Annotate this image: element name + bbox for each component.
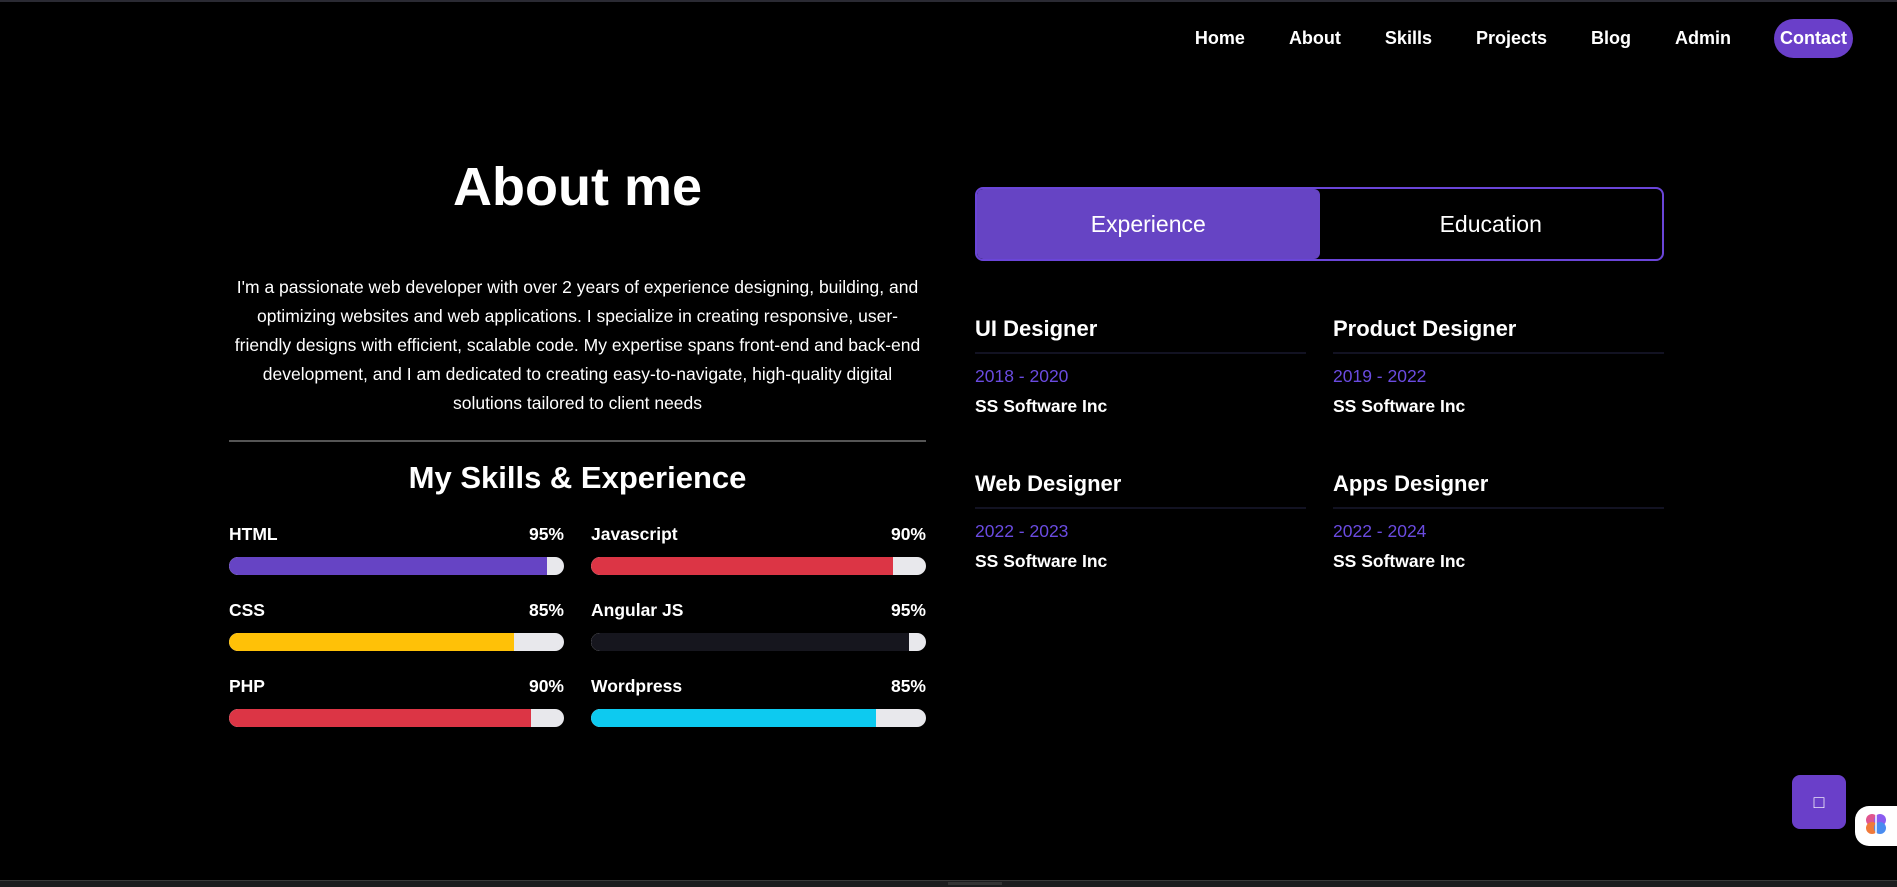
skill-html: HTML 95% [229, 523, 564, 575]
experience-company: SS Software Inc [975, 551, 1108, 571]
tab-education[interactable]: Education [1320, 189, 1663, 259]
experience-years: 2019 - 2022 [1333, 366, 1427, 386]
experience-company: SS Software Inc [1333, 551, 1466, 571]
experience-company: SS Software Inc [975, 396, 1108, 416]
skill-percent: 85% [528, 600, 564, 620]
square-icon: □ [1813, 791, 1825, 812]
skill-progress-bar [591, 557, 926, 575]
about-title: About me [453, 157, 702, 217]
experience-title: Web Designer [975, 471, 1306, 509]
skill-angular: Angular JS 95% [591, 599, 926, 651]
skill-progress-bar [229, 557, 564, 575]
skill-percent: 95% [528, 524, 564, 544]
skills-title: My Skills & Experience [408, 460, 747, 495]
nav-home[interactable]: Home [1195, 19, 1245, 58]
nav-skills[interactable]: Skills [1385, 19, 1432, 58]
skill-name: Javascript [591, 524, 678, 544]
skill-progress-fill [591, 557, 893, 575]
about-section: About me I'm a passionate web developer … [229, 150, 926, 727]
skill-progress-fill [229, 633, 514, 651]
skill-progress-bar [229, 709, 564, 727]
skill-progress-fill [229, 709, 531, 727]
skill-progress-bar [591, 633, 926, 651]
skill-name: PHP [229, 676, 265, 696]
experience-title: UI Designer [975, 316, 1306, 354]
skill-progress-fill [229, 557, 548, 575]
skill-percent: 85% [890, 676, 926, 696]
experience-years: 2022 - 2024 [1333, 521, 1427, 541]
skill-progress-bar [229, 633, 564, 651]
experience-item: Apps Designer 2022 - 2024 SS Software In… [1333, 471, 1664, 626]
experience-item: UI Designer 2018 - 2020 SS Software Inc [975, 316, 1306, 471]
experience-years: 2018 - 2020 [975, 366, 1069, 386]
skill-php: PHP 90% [229, 675, 564, 727]
skill-name: CSS [229, 600, 265, 620]
experience-title: Apps Designer [1333, 471, 1664, 509]
skill-percent: 90% [890, 524, 926, 544]
experience-item: Product Designer 2019 - 2022 SS Software… [1333, 316, 1664, 471]
skill-progress-fill [591, 633, 910, 651]
about-description: I'm a passionate web developer with over… [234, 277, 921, 413]
experience-item: Web Designer 2022 - 2023 SS Software Inc [975, 471, 1306, 626]
skill-wordpress: Wordpress 85% [591, 675, 926, 727]
tab-experience[interactable]: Experience [977, 189, 1320, 259]
window-top-border [0, 0, 1897, 2]
nav-projects[interactable]: Projects [1476, 19, 1547, 58]
experience-title: Product Designer [1333, 316, 1664, 354]
skill-progress-fill [591, 709, 876, 727]
side-widget[interactable] [1855, 806, 1897, 846]
nav-admin[interactable]: Admin [1675, 19, 1731, 58]
experience-section: Experience Education UI Designer 2018 - … [975, 187, 1664, 626]
tab-bar: Experience Education [975, 187, 1664, 261]
skill-percent: 95% [890, 600, 926, 620]
nav-about[interactable]: About [1289, 19, 1341, 58]
experience-grid: UI Designer 2018 - 2020 SS Software Inc … [975, 316, 1664, 626]
experience-company: SS Software Inc [1333, 396, 1466, 416]
section-divider [229, 440, 926, 442]
skill-name: Wordpress [591, 676, 683, 696]
main-nav: Home About Skills Projects Blog Admin Co… [1151, 19, 1853, 58]
skill-css: CSS 85% [229, 599, 564, 651]
skill-javascript: Javascript 90% [591, 523, 926, 575]
contact-button[interactable]: Contact [1774, 19, 1853, 58]
skill-name: HTML [229, 524, 278, 544]
skill-progress-bar [591, 709, 926, 727]
skill-percent: 90% [528, 676, 564, 696]
skills-grid: HTML 95% Javascript 90% CSS 85% Angular … [229, 523, 926, 727]
experience-years: 2022 - 2023 [975, 521, 1069, 541]
brain-icon [1863, 811, 1889, 842]
skill-name: Angular JS [591, 600, 684, 620]
floating-action-button[interactable]: □ [1792, 775, 1846, 829]
nav-blog[interactable]: Blog [1591, 19, 1631, 58]
